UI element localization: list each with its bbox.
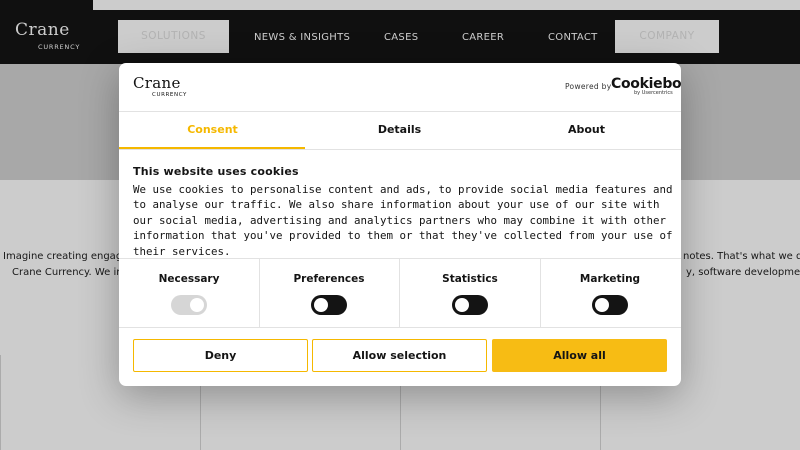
preferences-toggle[interactable] xyxy=(311,295,347,315)
marketing-toggle[interactable] xyxy=(592,295,628,315)
cookie-consent-dialog: Crane CURRENCY Powered by Cookiebot by U… xyxy=(119,63,681,386)
category-preferences: Preferences xyxy=(259,259,399,327)
tab-consent[interactable]: Consent xyxy=(119,111,306,149)
dialog-description: We use cookies to personalise content an… xyxy=(133,183,673,258)
category-label: Necessary xyxy=(158,273,220,285)
toggle-knob xyxy=(314,298,328,312)
necessary-toggle xyxy=(171,295,207,315)
allow-all-button[interactable]: Allow all xyxy=(492,339,667,372)
tab-about[interactable]: About xyxy=(493,111,680,149)
dialog-logo-sub: CURRENCY xyxy=(152,92,188,98)
category-label: Marketing xyxy=(579,273,641,285)
powered-by-label: Powered by xyxy=(565,82,612,91)
category-label: Preferences xyxy=(293,273,365,285)
toggle-knob xyxy=(455,298,469,312)
dialog-logo-name: Crane xyxy=(133,74,181,92)
tabs-divider xyxy=(119,149,681,150)
category-marketing: Marketing xyxy=(540,259,680,327)
tab-details[interactable]: Details xyxy=(306,111,493,149)
allow-selection-button[interactable]: Allow selection xyxy=(312,339,487,372)
toggle-knob xyxy=(190,298,204,312)
categories-bottom-divider xyxy=(119,327,681,328)
dialog-title: This website uses cookies xyxy=(133,165,299,178)
category-necessary: Necessary xyxy=(119,259,259,327)
category-label: Statistics xyxy=(442,273,498,285)
cookiebot-sub: by Usercentrics xyxy=(634,90,673,96)
deny-button[interactable]: Deny xyxy=(133,339,308,372)
category-statistics: Statistics xyxy=(400,259,540,327)
toggle-knob xyxy=(595,298,609,312)
statistics-toggle[interactable] xyxy=(452,295,488,315)
